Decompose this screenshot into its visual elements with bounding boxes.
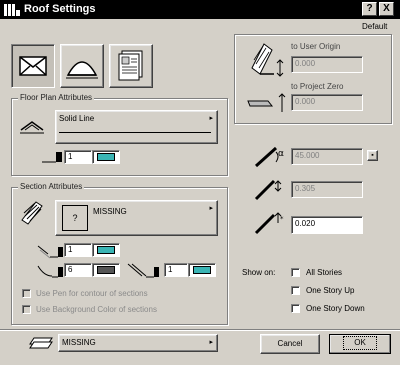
line-type-selector[interactable]: Solid Line ▸	[55, 110, 218, 144]
floor-pen-color-button[interactable]	[92, 150, 120, 164]
roof-height-icon: *	[254, 212, 284, 235]
user-origin-label: to User Origin	[291, 42, 341, 51]
show-one-story-down-checkbox[interactable]	[291, 304, 300, 313]
show-one-story-up-label: One Story Up	[306, 286, 355, 295]
layer-name: MISSING	[62, 338, 96, 347]
title-bar: Roof Settings ? X	[0, 0, 400, 19]
layer-selector[interactable]: MISSING ▸	[58, 334, 218, 352]
dropdown-arrow-icon: ▸	[209, 339, 213, 346]
show-one-story-up-checkbox[interactable]	[291, 286, 300, 295]
app-icon	[4, 4, 20, 16]
pen-color-swatch	[97, 246, 115, 254]
close-button[interactable]: X	[379, 2, 394, 16]
section-pen-number-field-2[interactable]: 6	[64, 263, 92, 277]
line-type-label: Solid Line	[59, 114, 95, 123]
section-pen-color-button-1[interactable]	[92, 243, 120, 257]
user-origin-field[interactable]: 0.000	[291, 56, 363, 73]
section-pen-number-field-3[interactable]: 1	[164, 263, 188, 277]
dome-roof-icon	[66, 61, 98, 79]
roof-thickness-field[interactable]: 0.305	[291, 181, 363, 198]
background-color-checkbox[interactable]	[22, 305, 31, 314]
contour-pen-checkbox[interactable]	[22, 289, 31, 298]
roof-angle-field[interactable]: 45.000	[291, 148, 363, 165]
settings-page-button[interactable]	[109, 44, 153, 88]
section-group-label: Section Attributes	[18, 182, 85, 191]
section-material-selector[interactable]: ? MISSING ▸	[55, 200, 218, 236]
project-zero-label: to Project Zero	[291, 82, 344, 91]
envelope-roof-icon	[19, 56, 47, 76]
small-arrow-icon: ▪	[371, 152, 374, 159]
flat-roof-button[interactable]	[11, 44, 55, 88]
background-color-checkbox-label: Use Background Color of sections	[36, 305, 157, 314]
cancel-button[interactable]: Cancel	[260, 334, 320, 354]
show-all-stories-label: All Stories	[306, 268, 343, 277]
angle-options-button[interactable]: ▪	[367, 150, 378, 161]
contour-pen-checkbox-label: Use Pen for contour of sections	[36, 289, 148, 298]
default-link[interactable]: Default	[362, 22, 387, 31]
project-zero-icon	[247, 93, 286, 112]
material-preview: ?	[62, 205, 88, 231]
pen-color-swatch	[193, 266, 211, 274]
show-one-story-down-label: One Story Down	[306, 304, 365, 313]
layer-icon	[29, 337, 53, 349]
floor-pen-number-field[interactable]: 1	[64, 150, 92, 164]
roof-thickness-icon	[254, 179, 282, 201]
dropdown-arrow-icon: ▸	[209, 115, 213, 122]
pen-color-swatch	[97, 153, 115, 161]
svg-text:*: *	[280, 215, 284, 223]
ok-button[interactable]: OK	[329, 334, 391, 354]
pen-color-swatch	[97, 266, 115, 274]
floor-plan-group-label: Floor Plan Attributes	[18, 93, 95, 102]
help-button[interactable]: ?	[362, 2, 377, 16]
fill-pen-icon	[37, 265, 63, 278]
footer-divider	[0, 329, 400, 330]
show-all-stories-checkbox[interactable]	[291, 268, 300, 277]
pitched-roof-button[interactable]	[60, 44, 104, 88]
line-sample	[59, 132, 211, 133]
cut-line-pen-icon	[37, 245, 63, 259]
dropdown-arrow-icon: ▸	[209, 205, 213, 212]
ok-button-label: OK	[343, 336, 377, 350]
hatch-material-icon	[21, 201, 43, 225]
section-pen-color-button-2[interactable]	[92, 263, 120, 277]
svg-text:α: α	[278, 149, 284, 159]
section-pen-color-button-3[interactable]	[188, 263, 216, 277]
project-zero-field[interactable]: 0.000	[291, 94, 363, 111]
material-name: MISSING	[93, 207, 127, 216]
show-on-label: Show on:	[242, 268, 276, 277]
roof-angle-icon: α	[254, 146, 284, 168]
section-pen-number-field-1[interactable]: 1	[64, 243, 92, 257]
document-grid-icon	[118, 50, 143, 81]
pen-icon	[42, 152, 62, 163]
roof-outline-icon	[20, 121, 44, 134]
roof-height-field[interactable]: 0.020	[291, 216, 363, 234]
roof-elevation-icon	[251, 43, 284, 77]
window-title: Roof Settings	[24, 3, 96, 15]
background-pen-icon	[127, 263, 159, 278]
